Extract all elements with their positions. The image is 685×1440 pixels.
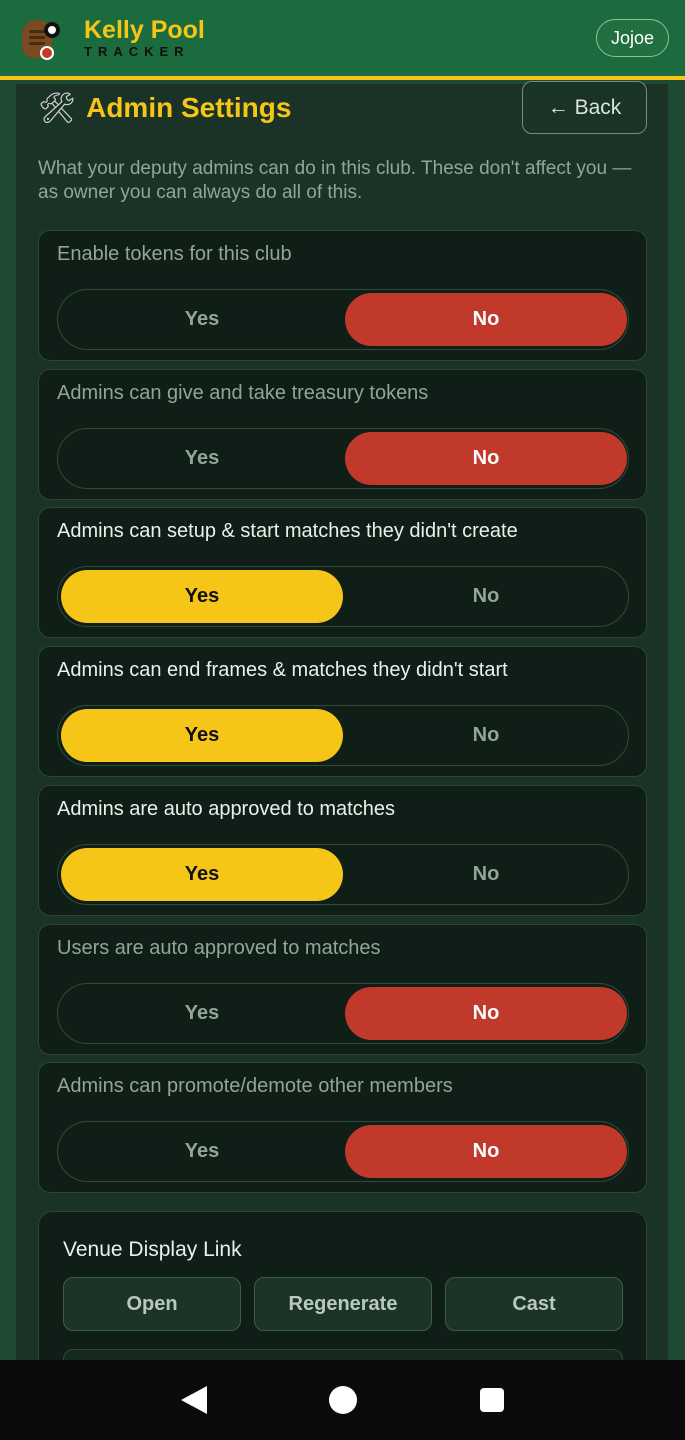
setting-label: Admins can give and take treasury tokens bbox=[57, 382, 429, 404]
intro-text: What your deputy admins can do in this c… bbox=[38, 158, 632, 203]
page-title: 🛠 Admin Settings bbox=[38, 88, 291, 128]
brand-title: Kelly Pool bbox=[84, 16, 205, 44]
nav-recents-icon[interactable] bbox=[479, 1388, 504, 1412]
yes-no-toggle: Yes No bbox=[57, 566, 629, 627]
setting-label: Admins can setup & start matches they di… bbox=[57, 520, 518, 542]
yes-option[interactable]: Yes bbox=[61, 709, 343, 762]
regenerate-button[interactable]: Regenerate bbox=[254, 1277, 432, 1331]
yes-no-toggle: Yes No bbox=[57, 705, 629, 766]
setting-card: Admins can setup & start matches they di… bbox=[38, 507, 647, 638]
no-option[interactable]: No bbox=[345, 848, 627, 901]
yes-no-toggle: Yes No bbox=[57, 844, 629, 905]
yes-no-toggle: Yes No bbox=[57, 983, 629, 1044]
yes-option[interactable]: Yes bbox=[61, 432, 343, 485]
yes-option[interactable]: Yes bbox=[61, 293, 343, 346]
no-option[interactable]: No bbox=[345, 1125, 627, 1178]
nav-back-icon[interactable] bbox=[181, 1386, 208, 1414]
yes-no-toggle: Yes No bbox=[57, 1121, 629, 1182]
setting-label: Enable tokens for this club bbox=[57, 243, 292, 265]
setting-card: Enable tokens for this club Yes No bbox=[38, 230, 647, 361]
yes-option[interactable]: Yes bbox=[61, 987, 343, 1040]
venue-display-title: Venue Display Link bbox=[63, 1238, 242, 1261]
user-menu-button[interactable]: Jojoe bbox=[595, 19, 669, 57]
no-option[interactable]: No bbox=[345, 432, 627, 485]
yes-no-toggle: Yes No bbox=[57, 428, 629, 489]
back-button[interactable]: ← Back bbox=[522, 81, 647, 134]
setting-label: Admins are auto approved to matches bbox=[57, 798, 395, 820]
setting-card: Admins are auto approved to matches Yes … bbox=[38, 785, 647, 916]
brand-subtitle: TRACKER bbox=[84, 44, 190, 59]
no-option[interactable]: No bbox=[345, 709, 627, 762]
yes-option[interactable]: Yes bbox=[61, 1125, 343, 1178]
page-title-text: Admin Settings bbox=[86, 92, 292, 123]
no-option[interactable]: No bbox=[345, 293, 627, 346]
setting-label: Admins can promote/demote other members bbox=[57, 1075, 453, 1097]
setting-card: Admins can give and take treasury tokens… bbox=[38, 369, 647, 500]
yes-option[interactable]: Yes bbox=[61, 848, 343, 901]
app-header: Kelly Pool TRACKER Jojoe bbox=[0, 0, 685, 80]
setting-label: Admins can end frames & matches they did… bbox=[57, 659, 508, 681]
kelly-pool-logo-icon[interactable] bbox=[20, 16, 64, 60]
yes-no-toggle: Yes No bbox=[57, 289, 629, 350]
hammer-wrench-icon: 🛠 bbox=[38, 91, 77, 125]
setting-card: Admins can promote/demote other members … bbox=[38, 1062, 647, 1193]
setting-card: Users are auto approved to matches Yes N… bbox=[38, 924, 647, 1055]
setting-card: Admins can end frames & matches they did… bbox=[38, 646, 647, 777]
nav-home-icon[interactable] bbox=[329, 1386, 358, 1414]
no-option[interactable]: No bbox=[345, 570, 627, 623]
yes-option[interactable]: Yes bbox=[61, 570, 343, 623]
setting-label: Users are auto approved to matches bbox=[57, 937, 381, 959]
android-nav-bar bbox=[0, 1360, 685, 1440]
open-button[interactable]: Open bbox=[63, 1277, 241, 1331]
cast-button[interactable]: Cast bbox=[445, 1277, 623, 1331]
brand: Kelly Pool TRACKER bbox=[84, 16, 205, 60]
no-option[interactable]: No bbox=[345, 987, 627, 1040]
